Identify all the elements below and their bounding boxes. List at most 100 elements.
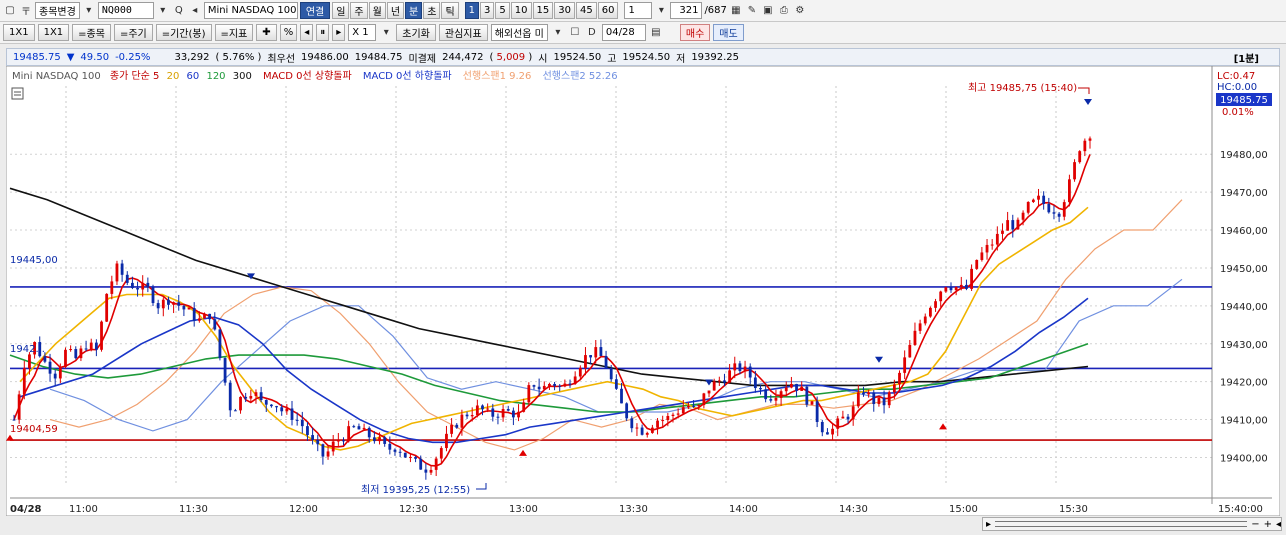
- sound-icon[interactable]: ◂: [188, 4, 202, 18]
- print-icon[interactable]: ⎙: [777, 4, 791, 18]
- layout-1x1-button[interactable]: 1X1: [3, 24, 35, 41]
- zoom-select[interactable]: X 1: [348, 24, 377, 41]
- date-input[interactable]: 04/28: [601, 24, 646, 41]
- candle-body: [630, 418, 634, 429]
- period-tab-6[interactable]: 틱: [441, 2, 459, 19]
- period-tab-2[interactable]: 월: [368, 2, 386, 19]
- candle-body: [676, 413, 680, 415]
- candle-body: [388, 443, 392, 450]
- market-select[interactable]: 해외선옵 미: [490, 24, 548, 41]
- candle-body: [542, 385, 546, 390]
- down-arrow-icon: ▼: [66, 51, 75, 63]
- candle-body: [1011, 220, 1015, 230]
- count-dropdown-icon[interactable]: ▾: [654, 4, 668, 18]
- gear-icon[interactable]: ⚙: [793, 4, 807, 18]
- save-icon[interactable]: ▣: [761, 4, 775, 18]
- price-chart[interactable]: 19400,00 19410,00 19420,00 19430,00 19440,00…: [6, 66, 1280, 516]
- window-icon[interactable]: ▢: [3, 4, 17, 18]
- interval-tab-3[interactable]: 10: [510, 2, 532, 19]
- interval-tab-7[interactable]: 60: [597, 2, 619, 19]
- period-tab-4[interactable]: 분: [405, 2, 423, 19]
- interest-indicator-button[interactable]: 관심지표: [438, 24, 488, 41]
- legend-ma20: 20: [167, 71, 180, 82]
- indicator-button[interactable]: =지표: [214, 24, 254, 41]
- low-annotation: 최저 19395,25 (12:55): [361, 484, 470, 496]
- dropdown-icon[interactable]: ▾: [156, 4, 170, 18]
- candle-body: [383, 437, 387, 444]
- interval-tab-1[interactable]: 3: [480, 2, 495, 19]
- candle-body: [779, 391, 783, 398]
- candle-body: [244, 396, 248, 399]
- interval-tab-0[interactable]: 1: [464, 2, 480, 19]
- chevron-down-icon[interactable]: ▾: [82, 4, 96, 18]
- y-tick-label: 19440,00: [1220, 302, 1268, 313]
- candle-body: [316, 439, 320, 445]
- count-input[interactable]: 1: [624, 2, 653, 19]
- crosshair-icon[interactable]: ✚: [256, 24, 277, 41]
- interval-tab-6[interactable]: 45: [575, 2, 597, 19]
- candle-body: [43, 356, 47, 362]
- code-input[interactable]: NQ000: [97, 2, 154, 19]
- candle-body: [270, 404, 273, 407]
- candle-body: [573, 376, 577, 385]
- period-tab-0[interactable]: 일: [332, 2, 350, 19]
- next-icon[interactable]: ▸: [332, 24, 346, 41]
- best-bid-label: 최우선: [267, 53, 296, 65]
- candle-body: [136, 287, 139, 290]
- candle-body: [985, 244, 989, 253]
- candle-body: [208, 313, 212, 320]
- stock-change-button[interactable]: 종목변경: [35, 2, 80, 19]
- oi-change: 5,009: [496, 51, 526, 63]
- period-button[interactable]: =기간(봉): [155, 24, 212, 41]
- pause-icon[interactable]: ⏸: [316, 24, 330, 41]
- draw-icon[interactable]: ✎: [745, 4, 759, 18]
- candle-body: [1083, 140, 1087, 152]
- reset-button[interactable]: 초기화: [396, 24, 436, 41]
- calendar-icon[interactable]: ▤: [649, 26, 663, 40]
- y-tick-label: 19460,00: [1220, 226, 1268, 237]
- item-button[interactable]: =종목: [72, 24, 111, 41]
- y-tick-label: 19400,00: [1220, 453, 1268, 464]
- x-tick-label: 14:30: [839, 504, 868, 515]
- table-icon[interactable]: [11, 87, 24, 100]
- candle-body: [94, 342, 98, 350]
- interval-tab-5[interactable]: 30: [554, 2, 575, 19]
- period-tab-5[interactable]: 초: [423, 2, 441, 19]
- bid-price: 19486.00: [301, 51, 349, 63]
- candle-body: [161, 299, 165, 309]
- candle-body: [918, 323, 922, 331]
- period-tab-1[interactable]: 주: [350, 2, 368, 19]
- candle-body: [795, 383, 798, 391]
- market-dropdown-icon[interactable]: ▾: [551, 26, 565, 40]
- zoom-dropdown-icon[interactable]: ▾: [379, 26, 393, 40]
- interval-tab-2[interactable]: 5: [495, 2, 510, 19]
- candle-body: [697, 405, 701, 407]
- zoom-out-icon[interactable]: −: [1251, 519, 1259, 530]
- candle-body: [872, 392, 876, 405]
- candle-body: [48, 361, 52, 374]
- candle-body: [306, 426, 309, 436]
- buy-button[interactable]: 매수: [679, 24, 711, 41]
- candle-body: [723, 380, 726, 383]
- zoom-in-icon[interactable]: +: [1264, 519, 1272, 530]
- percent-icon[interactable]: %: [279, 24, 298, 41]
- candle-body: [831, 428, 834, 435]
- open-interest: 244,472: [442, 51, 484, 63]
- legend-macd-down: MACD 0선 하향돌파: [363, 69, 452, 82]
- interval-tab-4[interactable]: 15: [532, 2, 554, 19]
- scroll-right-icon[interactable]: ▸: [986, 519, 991, 530]
- stock-change-icon[interactable]: 〒: [19, 4, 33, 18]
- grid-icon[interactable]: ▦: [729, 4, 743, 18]
- layout-1x1-alt-button[interactable]: 1X1: [37, 24, 70, 41]
- cycle-button[interactable]: =주기: [113, 24, 153, 41]
- scroll-track[interactable]: [995, 521, 1248, 527]
- search-icon[interactable]: Q: [172, 4, 186, 18]
- linked-button[interactable]: 연결: [299, 2, 331, 19]
- chart-scrollbar[interactable]: ▸ − + ◂: [982, 517, 1282, 531]
- period-tab-3[interactable]: 년: [386, 2, 405, 19]
- chart-move-icon[interactable]: ◂: [1276, 519, 1281, 530]
- date-checkbox[interactable]: ☐: [568, 26, 582, 40]
- prev-icon[interactable]: ◂: [300, 24, 314, 41]
- sell-button[interactable]: 매도: [713, 24, 744, 41]
- candle-body: [1006, 220, 1010, 231]
